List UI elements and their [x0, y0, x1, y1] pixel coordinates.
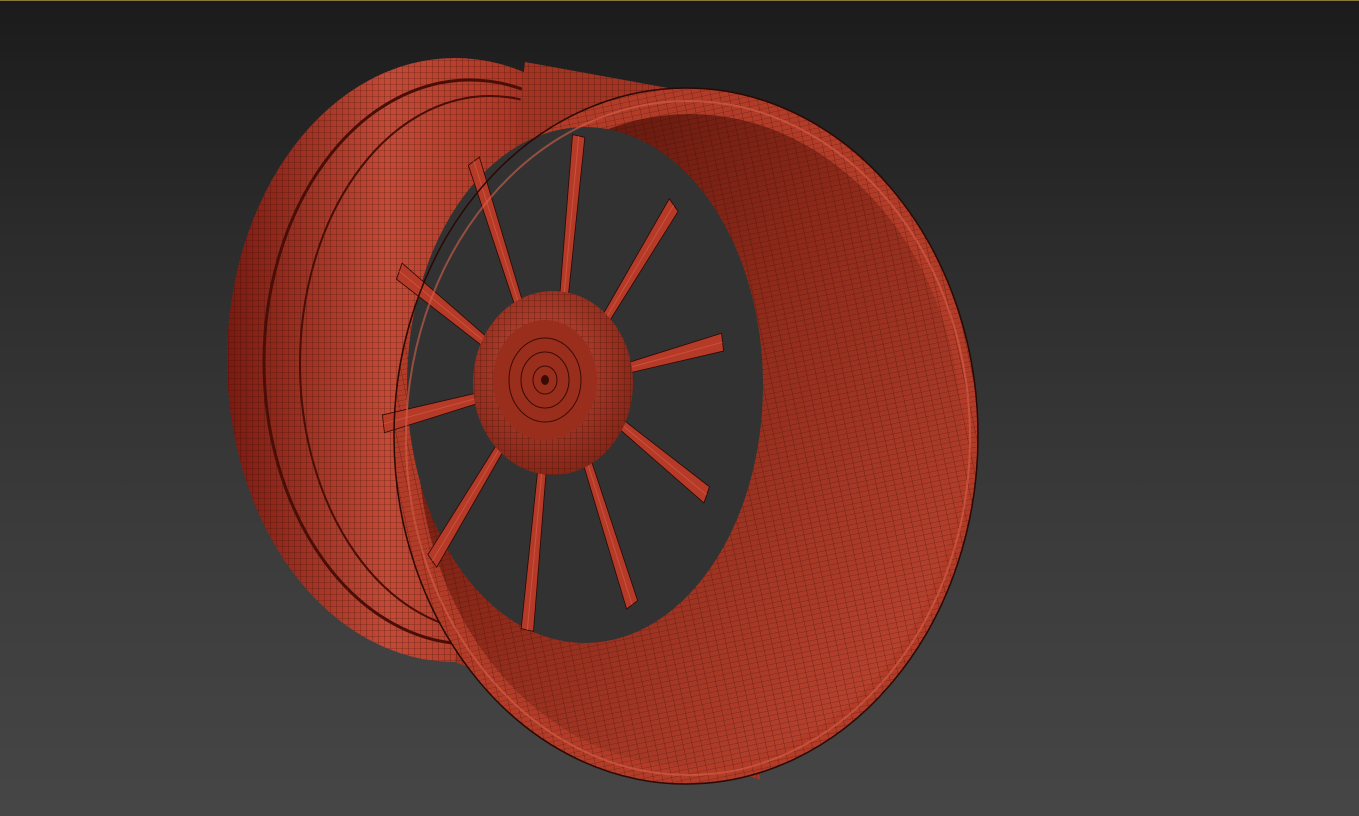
- viewport-perspective[interactable]: [0, 0, 1359, 816]
- center-hub: [473, 291, 633, 475]
- wheel-rim-model[interactable]: [0, 0, 1359, 816]
